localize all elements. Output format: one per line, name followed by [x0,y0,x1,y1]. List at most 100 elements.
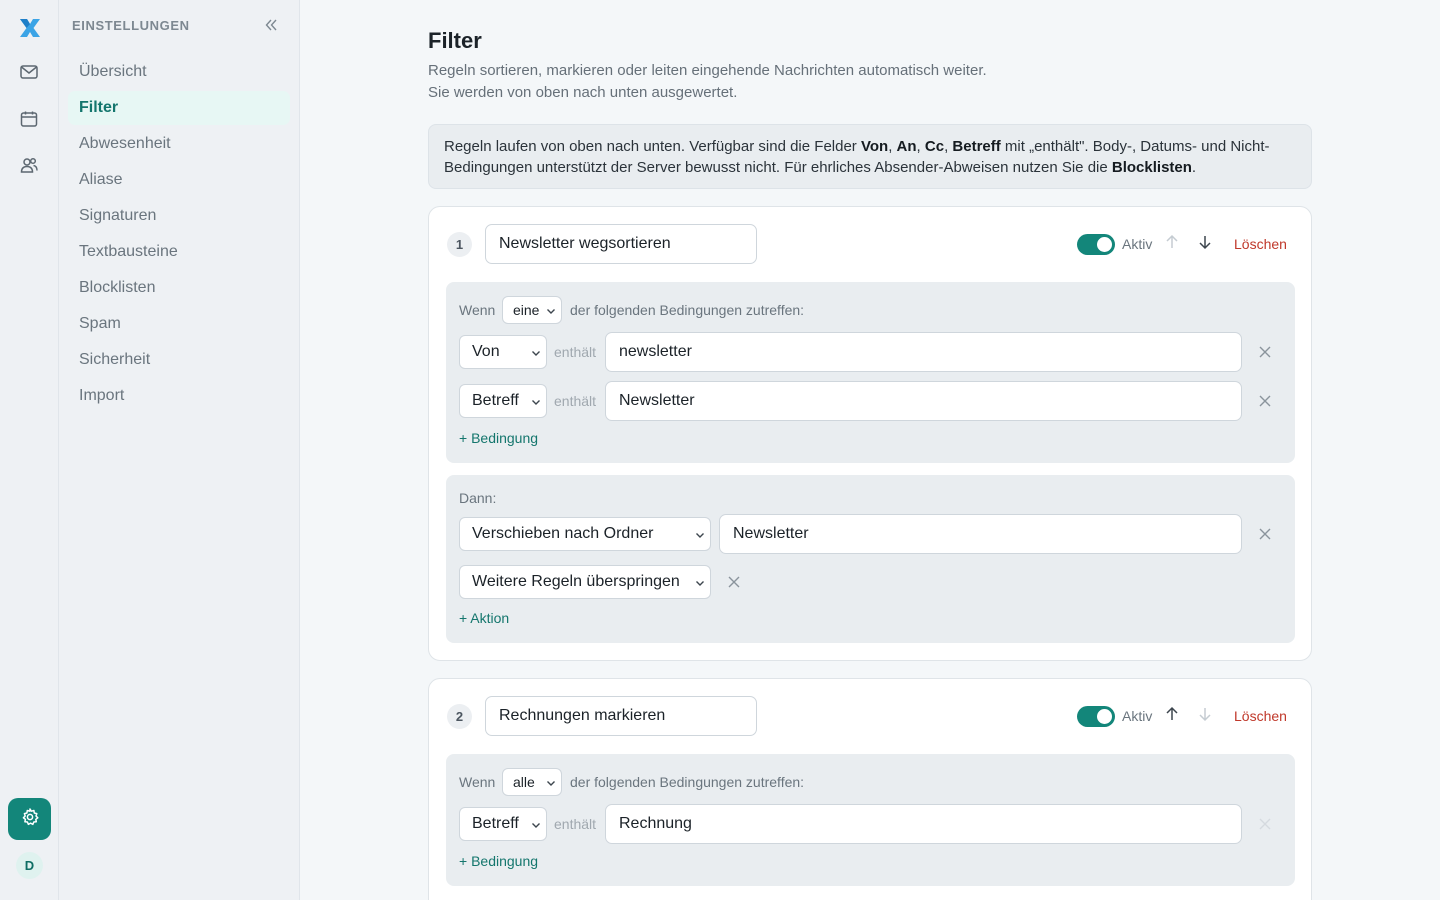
conditions-panel: Wenn alle der folgenden Bedingungen zutr… [446,754,1295,886]
sidebar-item-sicherheit[interactable]: Sicherheit [68,343,290,377]
close-icon [1257,346,1273,364]
sidebar-item-label: Filter [79,99,119,116]
match-select[interactable]: eine [502,296,562,324]
delete-rule-button[interactable]: Löschen [1234,236,1287,252]
then-label: Dann: [459,490,497,506]
calendar-icon[interactable] [17,107,41,131]
remove-condition-button[interactable] [1257,344,1273,360]
sidebar-item-aliase[interactable]: Aliase [68,163,290,197]
settings-button[interactable] [8,798,51,840]
remove-condition-button [1257,816,1273,832]
rule-card: 2 Rechnungen markieren Aktiv Löschen Wen… [428,678,1312,900]
condition-value-input[interactable]: newsletter [605,332,1242,372]
sidebar-item-label: Textbausteine [79,243,178,260]
condition-field-select[interactable]: Von [459,335,547,369]
condition-operator: enthält [554,344,597,360]
sidebar-item-label: Signaturen [79,207,157,224]
sidebar-item-label: Abwesenheit [79,135,171,152]
chevron-down-icon [530,346,542,358]
arrow-up-icon [1164,706,1180,726]
action-value-input[interactable]: Newsletter [719,514,1242,554]
contacts-icon[interactable] [17,153,41,177]
close-icon [1257,395,1273,413]
condition-value-input[interactable]: Newsletter [605,381,1242,421]
rule-card: 1 Newsletter wegsortieren Aktiv Löschen … [428,206,1312,661]
action-select[interactable]: Verschieben nach Ordner [459,517,711,551]
close-icon [726,576,742,594]
sidebar-item-blocklisten[interactable]: Blocklisten [68,271,290,305]
chevron-down-icon [545,776,557,788]
close-icon [1257,818,1273,836]
chevron-down-icon [530,818,542,830]
condition-operator: enthält [554,393,597,409]
page-subtitle-line2: Sie werden von oben nach unten ausgewert… [428,84,738,101]
app-logo[interactable] [16,14,44,42]
remove-condition-button[interactable] [1257,393,1273,409]
add-condition-button[interactable]: + Bedingung [459,430,538,446]
move-down-button[interactable] [1197,236,1213,252]
gear-icon [20,807,40,831]
sidebar-item-uebersicht[interactable]: Übersicht [68,55,290,89]
mail-icon[interactable] [17,60,41,84]
sidebar-item-label: Sicherheit [79,351,151,368]
arrow-down-icon [1197,234,1213,254]
conditions-suffix: der folgenden Bedingungen zutreffen: [570,774,805,790]
actions-panel: Dann: Verschieben nach Ordner Newsletter… [446,475,1295,643]
sidebar-title: EINSTELLUNGEN [72,18,190,33]
page-title: Filter [428,28,482,53]
arrow-down-icon [1197,706,1213,726]
rule-name-input[interactable]: Rechnungen markieren [485,696,757,736]
sidebar-item-filter[interactable]: Filter [68,91,290,125]
sidebar-item-label: Aliase [79,171,123,188]
sidebar-item-spam[interactable]: Spam [68,307,290,341]
match-select[interactable]: alle [502,768,562,796]
main-content: Filter Regeln sortieren, markieren oder … [300,0,1440,900]
rule-name-input[interactable]: Newsletter wegsortieren [485,224,757,264]
toggle-label: Aktiv [1122,236,1153,252]
action-select[interactable]: Weitere Regeln überspringen [459,565,711,599]
move-up-button[interactable] [1164,706,1180,726]
remove-action-button[interactable] [1257,526,1273,542]
sidebar-item-label: Blocklisten [79,279,156,296]
sidebar-item-label: Spam [79,315,121,332]
chevron-down-icon [694,528,706,540]
sidebar-item-import[interactable]: Import [68,379,290,413]
chevron-down-icon [694,576,706,588]
settings-sidebar: EINSTELLUNGEN Übersicht Filter Abwesenhe… [59,0,300,900]
remove-action-button[interactable] [726,574,742,590]
sidebar-item-abwesenheit[interactable]: Abwesenheit [68,127,290,161]
rule-number: 1 [447,232,472,257]
app-rail: D [0,0,59,900]
chevrons-left-icon [262,19,280,38]
rule-active-toggle[interactable] [1077,706,1115,727]
move-up-button [1164,234,1180,254]
delete-rule-button[interactable]: Löschen [1234,708,1287,724]
condition-value-input[interactable]: Rechnung [605,804,1242,844]
page-subtitle-line1: Regeln sortieren, markieren oder leiten … [428,62,987,79]
move-down-button [1197,708,1213,724]
arrow-up-icon [1164,234,1180,254]
sidebar-item-label: Import [79,387,125,404]
info-box: Regeln laufen von oben nach unten. Verfü… [428,124,1312,189]
add-condition-button[interactable]: + Bedingung [459,853,538,869]
sidebar-item-label: Übersicht [79,63,147,80]
add-action-button[interactable]: + Aktion [459,610,509,626]
rule-active-toggle[interactable] [1077,234,1115,255]
conditions-panel: Wenn eine der folgenden Bedingungen zutr… [446,282,1295,463]
avatar[interactable]: D [16,852,43,879]
toggle-label: Aktiv [1122,708,1153,724]
sidebar-item-signaturen[interactable]: Signaturen [68,199,290,233]
collapse-sidebar-button[interactable] [262,16,280,34]
when-label: Wenn [459,302,496,318]
rule-number: 2 [447,704,472,729]
condition-operator: enthält [554,816,597,832]
page-subtitle: Regeln sortieren, markieren oder leiten … [428,60,1128,104]
sidebar-item-textbausteine[interactable]: Textbausteine [68,235,290,269]
condition-field-select[interactable]: Betreff [459,384,547,418]
when-label: Wenn [459,774,496,790]
chevron-down-icon [530,395,542,407]
conditions-suffix: der folgenden Bedingungen zutreffen: [570,302,805,318]
close-icon [1257,528,1273,546]
chevron-down-icon [545,304,557,316]
condition-field-select[interactable]: Betreff [459,807,547,841]
